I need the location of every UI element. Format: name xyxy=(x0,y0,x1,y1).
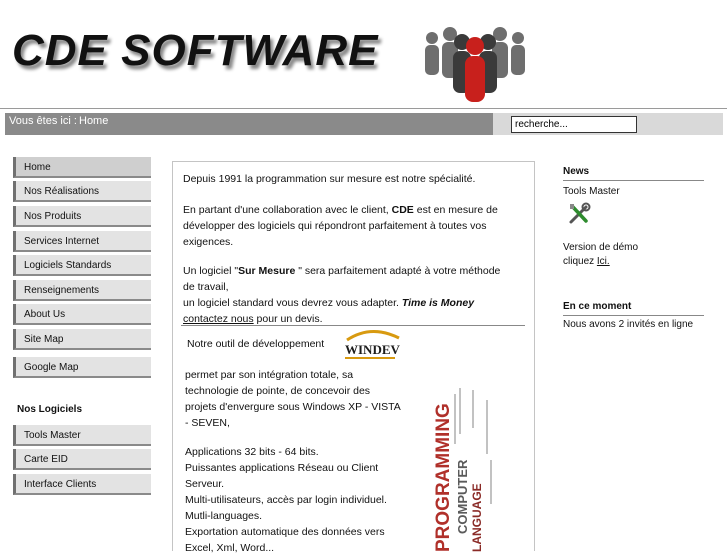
menu-item-about-us[interactable]: About Us xyxy=(13,304,151,325)
main-content: Depuis 1991 la programmation sur mesure … xyxy=(172,161,535,554)
breadcrumb-label: Vous êtes ici : xyxy=(9,115,77,127)
site-header: CDE SOFTWARE xyxy=(0,0,727,109)
intro-paragraph: Depuis 1991 la programmation sur mesure … xyxy=(183,173,476,185)
menu-item-google-map[interactable]: Google Map xyxy=(13,357,151,378)
menu-item-site-map[interactable]: Site Map xyxy=(13,329,151,350)
svg-text:COMPUTER: COMPUTER xyxy=(455,459,470,534)
svg-text:PROGRAMMING: PROGRAMMING xyxy=(435,403,454,552)
people-crowd-logo-icon xyxy=(425,27,525,102)
sur-mesure-paragraph: Un logiciel "Sur Mesure " sera parfaitem… xyxy=(183,265,501,325)
search-input[interactable] xyxy=(511,116,637,133)
demo-text: Version de démo cliquez Ici. xyxy=(563,242,639,267)
search-area xyxy=(493,113,723,135)
news-title: News xyxy=(563,166,704,181)
site-logo-text[interactable]: CDE SOFTWARE xyxy=(12,26,378,76)
programming-word-cloud-image: PROGRAMMING COMPUTER LANGUAGE xyxy=(435,388,492,552)
menu-item-realisations[interactable]: Nos Réalisations xyxy=(13,181,151,202)
breadcrumb-bar: Vous êtes ici : Home xyxy=(5,113,723,135)
logiciels-section-title: Nos Logiciels xyxy=(17,404,83,415)
menu-item-carte-eid[interactable]: Carte EID xyxy=(13,449,151,470)
menu-item-interface-clients[interactable]: Interface Clients xyxy=(13,474,151,495)
contact-link[interactable]: contactez nous xyxy=(183,313,254,325)
svg-text:LANGUAGE: LANGUAGE xyxy=(470,483,484,552)
demo-link[interactable]: Ici. xyxy=(597,256,610,267)
svg-text:WINDEV: WINDEV xyxy=(345,342,401,357)
content-divider xyxy=(181,325,525,326)
tools-icon[interactable] xyxy=(567,202,591,226)
breadcrumb-home-link[interactable]: Home xyxy=(79,115,108,127)
menu-item-produits[interactable]: Nos Produits xyxy=(13,206,151,227)
menu-item-tools-master[interactable]: Tools Master xyxy=(13,425,151,446)
menu-item-logiciels-standards[interactable]: Logiciels Standards xyxy=(13,255,151,276)
menu-item-renseignements[interactable]: Renseignements xyxy=(13,280,151,301)
online-guests-text: Nous avons 2 invités en ligne xyxy=(563,319,694,330)
en-ce-moment-title: En ce moment xyxy=(563,301,704,316)
windev-features-1: permet par son intégration totale, sa te… xyxy=(185,369,401,429)
news-item-tools-master[interactable]: Tools Master xyxy=(563,185,620,199)
menu-item-services-internet[interactable]: Services Internet xyxy=(13,231,151,252)
collaboration-paragraph: En partant d'une collaboration avec le c… xyxy=(183,204,498,248)
windev-intro: Notre outil de développement xyxy=(187,338,325,350)
windev-logo-icon: WINDEV xyxy=(345,330,401,359)
windev-features-2: Applications 32 bits - 64 bits. Puissant… xyxy=(185,446,387,554)
menu-item-home[interactable]: Home xyxy=(13,157,151,178)
